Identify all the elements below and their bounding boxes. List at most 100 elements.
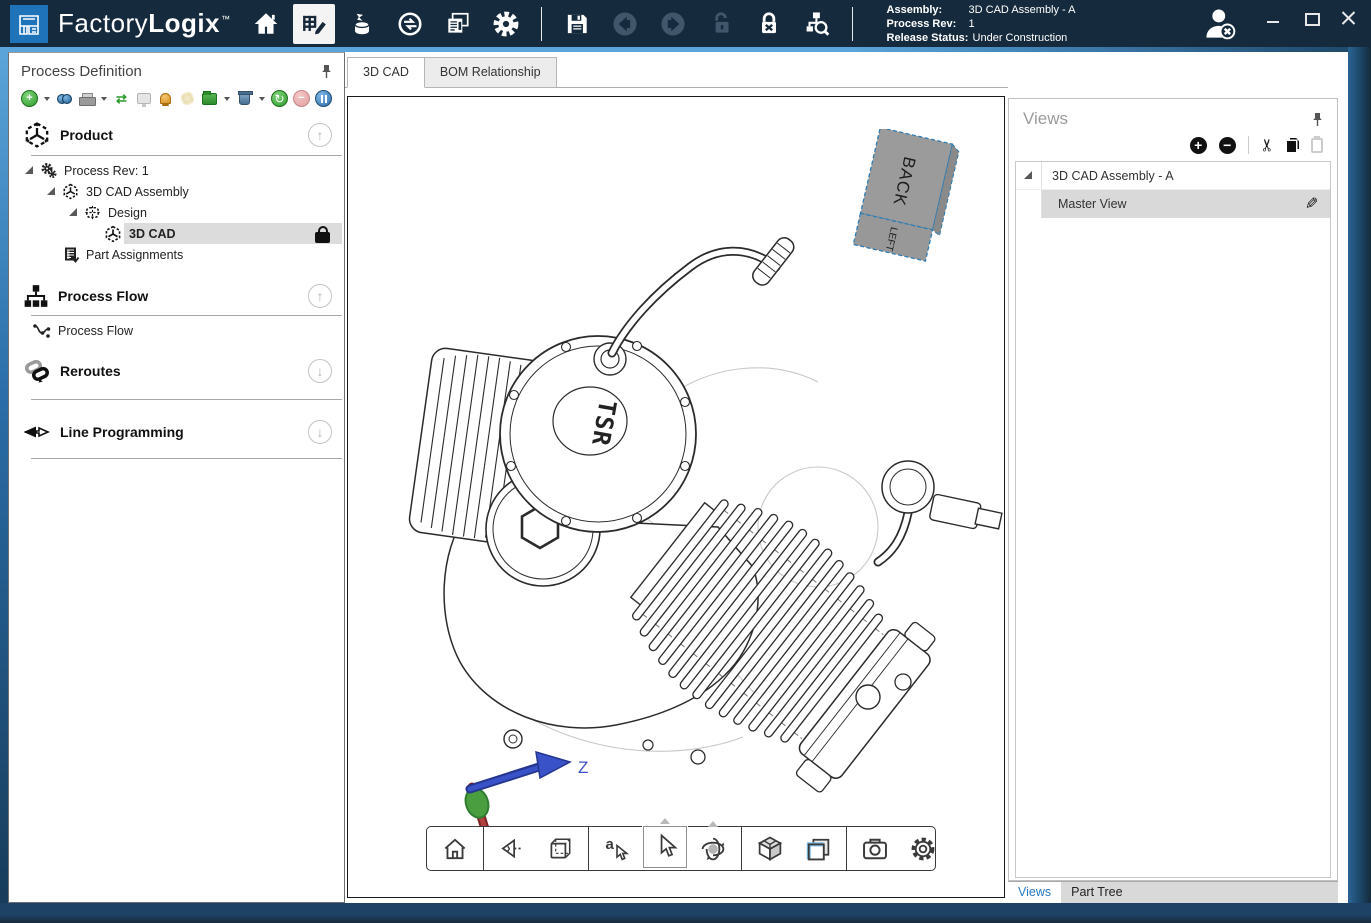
edit-pencil-icon[interactable]: ✎	[1305, 194, 1318, 214]
print-dropdown-icon[interactable]	[101, 97, 107, 101]
pause-icon[interactable]	[315, 90, 332, 107]
tab-3d-cad[interactable]: 3D CAD	[347, 57, 425, 88]
section-process-flow[interactable]: Process Flow ↑	[9, 277, 344, 315]
expander-icon[interactable]	[1024, 171, 1033, 180]
toolbar-separator	[541, 7, 542, 41]
gears-icon	[40, 162, 57, 179]
tab-bom-relationship[interactable]: BOM Relationship	[425, 57, 557, 88]
export-icon[interactable]	[201, 90, 218, 107]
app-title: FactoryLogix™	[58, 8, 231, 39]
views-panel-tabs: Views Part Tree	[1008, 881, 1338, 903]
collapse-down-icon[interactable]: ↓	[308, 359, 332, 383]
section-reroutes[interactable]: Reroutes ↓	[9, 351, 344, 391]
redo-icon[interactable]	[652, 4, 694, 44]
section-product[interactable]: Product ↑	[9, 115, 344, 155]
documents-icon[interactable]	[437, 4, 479, 44]
orbit-tool-icon[interactable]	[691, 830, 735, 868]
assembly-info: Assembly:3D CAD Assembly - A Process Rev…	[887, 3, 1076, 45]
print-icon[interactable]	[78, 90, 95, 107]
cad-cube-icon	[104, 225, 122, 243]
view-home-icon[interactable]	[433, 830, 477, 868]
materials-icon[interactable]	[341, 4, 383, 44]
notify-bell-icon[interactable]	[157, 90, 174, 107]
isometric-cube-icon[interactable]	[748, 830, 792, 868]
views-panel-title: Views	[1023, 109, 1068, 129]
viewer-toolbar: a	[426, 826, 936, 871]
tree-label: 3D CAD	[129, 227, 176, 241]
process-definition-icon[interactable]	[293, 4, 335, 44]
sync-icon[interactable]	[389, 4, 431, 44]
tab-views[interactable]: Views	[1008, 882, 1061, 903]
undo-icon[interactable]	[604, 4, 646, 44]
preview-icon[interactable]	[135, 90, 152, 107]
tab-part-tree[interactable]: Part Tree	[1061, 882, 1132, 903]
maximize-icon[interactable]	[1303, 10, 1319, 26]
views-tree-master-view-row[interactable]: Master View ✎	[1016, 190, 1330, 218]
select-tool-icon[interactable]	[643, 826, 687, 868]
delete-dropdown-icon[interactable]	[259, 97, 265, 101]
expander-icon[interactable]	[69, 208, 78, 217]
part-assignments-icon	[63, 246, 79, 263]
tree-row-part-assignments[interactable]: Part Assignments	[9, 244, 344, 265]
tree-row-process-flow[interactable]: Process Flow	[9, 320, 344, 341]
tree-row-design[interactable]: Design	[9, 202, 344, 223]
expander-icon[interactable]	[25, 166, 34, 175]
process-rev-label: Process Rev:	[887, 17, 969, 31]
remove-view-icon[interactable]: −	[1219, 137, 1236, 154]
toolbar-separator	[852, 7, 853, 41]
lock-icon	[315, 232, 330, 243]
line-programming-section-label: Line Programming	[60, 424, 184, 440]
cad-viewport[interactable]: TSR	[347, 96, 1005, 898]
process-definition-panel: Process Definition + ⇄ ↻ −	[8, 52, 345, 903]
export-dropdown-icon[interactable]	[224, 97, 230, 101]
viewer-settings-icon[interactable]	[901, 830, 945, 868]
tool-dropdown-caret[interactable]	[708, 821, 718, 827]
collapse-up-icon[interactable]: ↑	[308, 284, 332, 308]
user-logout-icon[interactable]	[1199, 3, 1241, 50]
unlock-icon[interactable]	[700, 4, 742, 44]
minimize-icon[interactable]	[1265, 10, 1281, 26]
tree-label: Design	[108, 206, 147, 220]
views-tree: 3D CAD Assembly - A Master View ✎	[1015, 161, 1331, 878]
collapse-down-icon[interactable]: ↓	[308, 420, 332, 444]
assembly-cube-icon	[62, 183, 79, 200]
process-search-icon[interactable]	[796, 4, 838, 44]
paste-icon[interactable]	[1311, 138, 1323, 153]
app-window: FactoryLogix™	[0, 0, 1371, 923]
tree-row-3d-cad[interactable]: 3D CAD	[9, 223, 344, 244]
add-dropdown-icon[interactable]	[44, 97, 50, 101]
panel-title: Process Definition	[21, 63, 142, 80]
lock-close-icon[interactable]	[748, 4, 790, 44]
close-icon[interactable]	[1341, 10, 1357, 26]
tree-row-3d-cad-assembly[interactable]: 3D CAD Assembly	[9, 181, 344, 202]
collapse-up-icon[interactable]: ↑	[308, 123, 332, 147]
orientation-cube[interactable]: BACK LEFT	[846, 129, 966, 269]
views-tree-root-label: 3D CAD Assembly - A	[1042, 162, 1330, 189]
delete-icon[interactable]	[236, 90, 253, 107]
add-view-icon[interactable]: +	[1190, 137, 1207, 154]
add-icon[interactable]: +	[21, 90, 38, 107]
refresh-icon[interactable]: ↻	[271, 90, 288, 107]
find-icon[interactable]	[56, 90, 73, 107]
cut-icon[interactable]: ✂	[1258, 138, 1278, 152]
perspective-cube-icon[interactable]	[538, 830, 582, 868]
look-at-icon[interactable]	[490, 830, 534, 868]
stop-icon[interactable]: −	[293, 90, 310, 107]
views-tree-root-row[interactable]: 3D CAD Assembly - A	[1016, 162, 1330, 190]
tree-row-process-rev[interactable]: Process Rev: 1	[9, 160, 344, 181]
plugin-icon[interactable]	[179, 90, 196, 107]
select-label-icon[interactable]: a	[595, 830, 639, 868]
save-icon[interactable]	[556, 4, 598, 44]
home-icon[interactable]	[245, 4, 287, 44]
pin-icon[interactable]	[1312, 112, 1323, 127]
face-view-icon[interactable]	[796, 830, 840, 868]
copy-icon[interactable]	[1287, 138, 1299, 152]
settings-gear-icon[interactable]	[485, 4, 527, 44]
section-line-programming[interactable]: Line Programming ↓	[9, 414, 344, 450]
tool-dropdown-caret[interactable]	[660, 818, 670, 824]
expander-icon[interactable]	[47, 187, 56, 196]
exchange-icon[interactable]: ⇄	[113, 90, 130, 107]
snapshot-camera-icon[interactable]	[853, 830, 897, 868]
document-tabstrip: 3D CAD BOM Relationship	[345, 52, 1008, 88]
pin-icon[interactable]	[321, 64, 332, 79]
